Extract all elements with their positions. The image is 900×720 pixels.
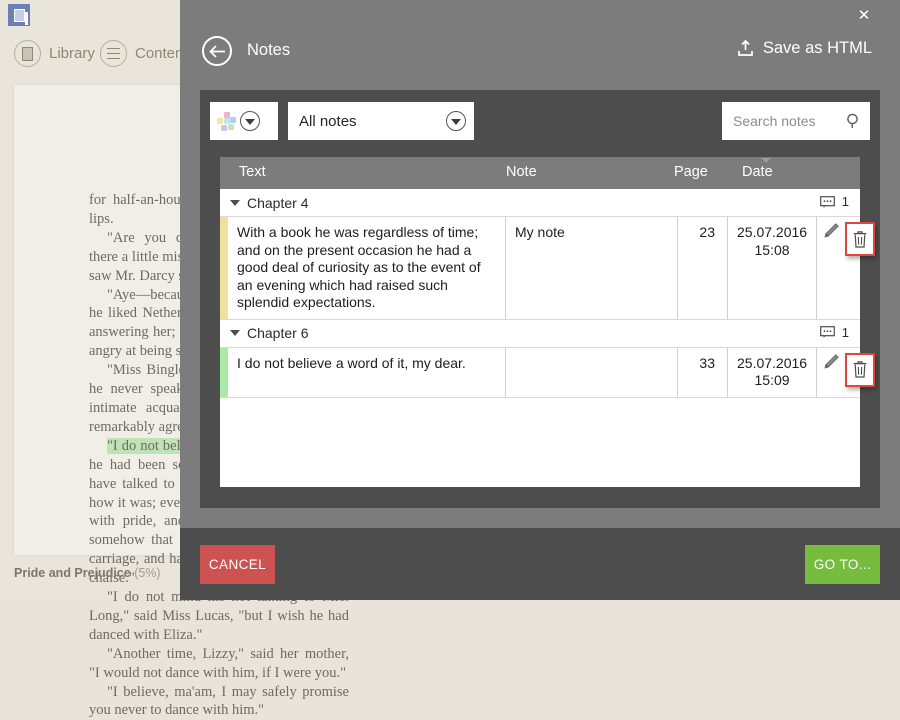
notes-dialog-overlay: ✕ Notes Save as HTML bbox=[180, 0, 900, 600]
triangle-down-icon[interactable] bbox=[230, 200, 240, 206]
column-header-note[interactable]: Note bbox=[506, 164, 537, 180]
book-title: Pride and Prejudice bbox=[14, 566, 131, 580]
export-upload-icon bbox=[737, 40, 754, 57]
library-button[interactable]: Library bbox=[14, 40, 95, 67]
delete-note-button[interactable] bbox=[845, 222, 875, 256]
row-date-day: 25.07.2016 bbox=[737, 355, 807, 371]
row-note: My note bbox=[506, 217, 678, 319]
pencil-icon[interactable] bbox=[822, 222, 840, 242]
row-date: 25.07.2016 15:09 bbox=[728, 348, 817, 397]
color-filter-button[interactable] bbox=[210, 102, 278, 140]
row-actions bbox=[817, 348, 881, 397]
row-date: 25.07.2016 15:08 bbox=[728, 217, 817, 319]
book-paragraph: "I believe, ma'am, I may safely promise … bbox=[89, 683, 349, 720]
row-text: I do not believe a word of it, my dear. bbox=[228, 348, 506, 397]
note-bubble-icon bbox=[820, 196, 835, 208]
note-bubble-icon bbox=[820, 326, 835, 338]
notes-panel: All notes Text Note Page Date bbox=[200, 90, 880, 508]
dialog-footer: CANCEL GO TO... bbox=[180, 528, 900, 600]
notes-filter-value: All notes bbox=[299, 113, 357, 130]
group-count-value: 1 bbox=[842, 325, 849, 340]
save-as-html-label: Save as HTML bbox=[763, 39, 872, 58]
table-row[interactable]: With a book he was regardless of time; a… bbox=[220, 217, 860, 320]
row-page: 23 bbox=[678, 217, 728, 319]
book-progress: (5%) bbox=[134, 566, 160, 580]
delete-note-button[interactable] bbox=[845, 353, 875, 387]
group-row-chapter-4[interactable]: Chapter 4 1 bbox=[220, 189, 860, 217]
row-text: With a book he was regardless of time; a… bbox=[228, 217, 506, 319]
chevron-down-icon bbox=[446, 111, 466, 131]
row-page: 33 bbox=[678, 348, 728, 397]
go-to-button[interactable]: GO TO... bbox=[805, 545, 880, 584]
row-actions bbox=[817, 217, 881, 319]
chevron-down-icon bbox=[240, 111, 260, 131]
back-arrow-icon[interactable] bbox=[202, 36, 232, 66]
color-palette-icon bbox=[217, 112, 236, 131]
table-row[interactable]: I do not believe a word of it, my dear. … bbox=[220, 348, 860, 398]
search-input[interactable] bbox=[733, 113, 841, 129]
cancel-button[interactable]: CANCEL bbox=[200, 545, 275, 584]
group-label: Chapter 6 bbox=[247, 325, 308, 341]
notes-table: Text Note Page Date Chapter 4 bbox=[220, 157, 860, 487]
trash-icon bbox=[853, 361, 867, 378]
reader-status-bar: Pride and Prejudice (5%) bbox=[14, 566, 161, 580]
library-button-label: Library bbox=[49, 45, 95, 62]
search-box[interactable] bbox=[722, 102, 870, 140]
row-note bbox=[506, 348, 678, 397]
notes-filter-dropdown[interactable]: All notes bbox=[288, 102, 474, 140]
group-note-count: 1 bbox=[820, 325, 849, 340]
table-header: Text Note Page Date bbox=[220, 157, 860, 189]
column-header-text[interactable]: Text bbox=[239, 164, 266, 180]
highlight-color-swatch bbox=[220, 348, 228, 397]
notes-toolbar: All notes bbox=[200, 90, 880, 155]
column-header-page[interactable]: Page bbox=[674, 164, 708, 180]
pencil-icon[interactable] bbox=[822, 353, 840, 373]
book-icon bbox=[14, 40, 41, 67]
group-note-count: 1 bbox=[820, 194, 849, 209]
triangle-down-icon[interactable] bbox=[230, 330, 240, 336]
column-header-date[interactable]: Date bbox=[742, 164, 773, 180]
row-date-time: 15:08 bbox=[755, 242, 790, 258]
book-paragraph: "Another time, Lizzy," said her mother, … bbox=[89, 645, 349, 683]
group-label: Chapter 4 bbox=[247, 195, 308, 211]
group-count-value: 1 bbox=[842, 194, 849, 209]
close-icon[interactable]: ✕ bbox=[852, 3, 876, 27]
trash-icon bbox=[853, 231, 867, 248]
list-icon bbox=[100, 40, 127, 67]
save-as-html-button[interactable]: Save as HTML bbox=[737, 39, 872, 58]
row-date-time: 15:09 bbox=[755, 372, 790, 388]
group-row-chapter-6[interactable]: Chapter 6 1 bbox=[220, 320, 860, 348]
highlight-color-swatch bbox=[220, 217, 228, 319]
dialog-title: Notes bbox=[247, 41, 290, 60]
book-app-logo-icon bbox=[8, 4, 30, 26]
sort-descending-icon bbox=[761, 158, 771, 163]
search-icon bbox=[846, 113, 861, 129]
row-date-day: 25.07.2016 bbox=[737, 224, 807, 240]
